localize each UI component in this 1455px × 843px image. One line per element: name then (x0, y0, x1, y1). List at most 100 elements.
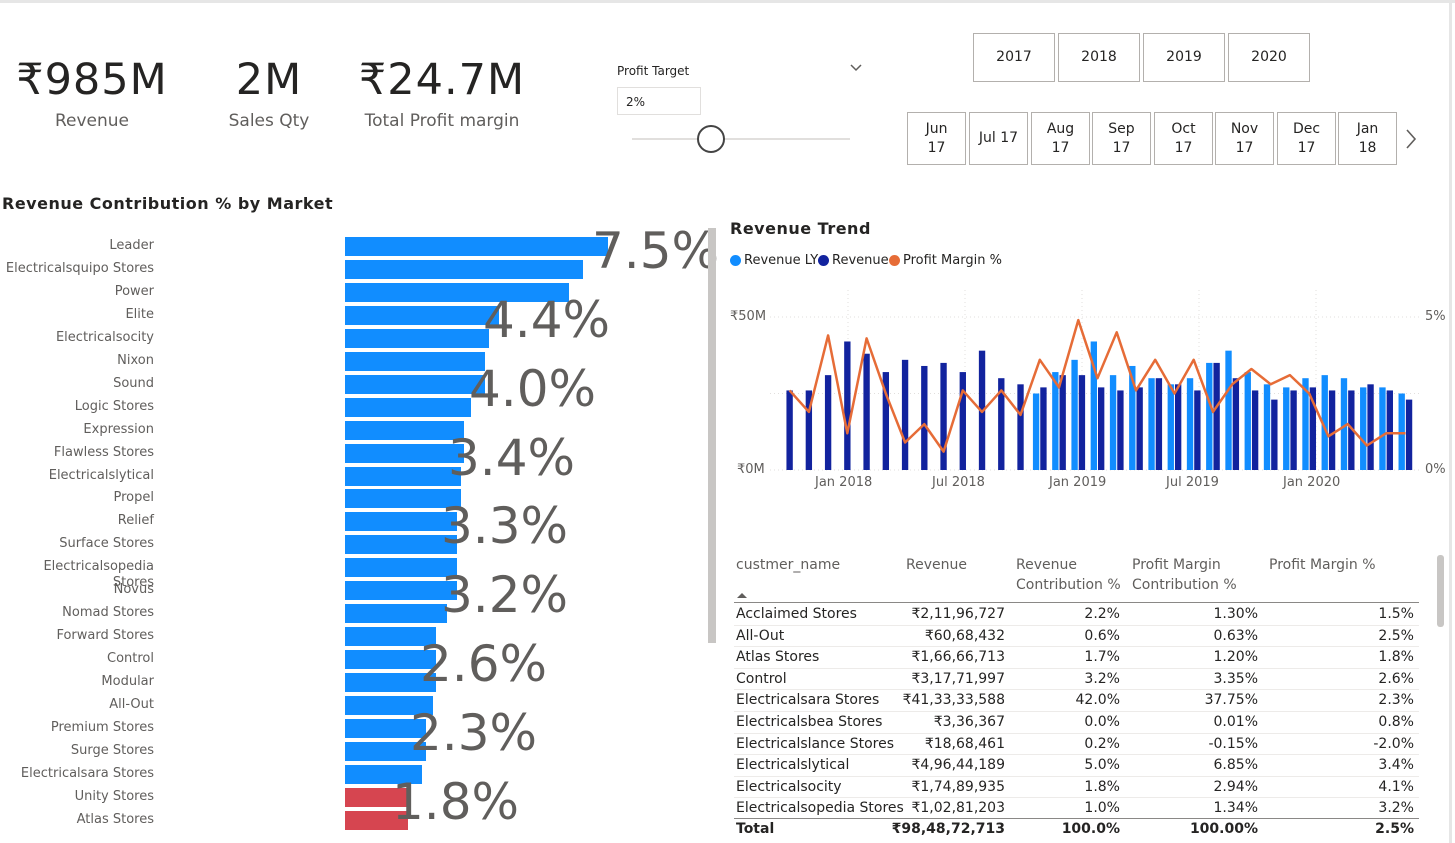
revenue-bar[interactable] (1232, 378, 1240, 470)
revenue-bar[interactable] (1405, 399, 1413, 470)
profit-target-slider-handle[interactable] (697, 125, 725, 153)
market-bar[interactable] (345, 443, 464, 463)
market-label: Atlas Stores (76, 811, 154, 827)
revenue-bar[interactable] (1098, 387, 1105, 470)
revenue-bar[interactable] (1328, 390, 1336, 470)
table-cell: 1.7% (1084, 649, 1120, 666)
market-bar[interactable] (345, 305, 499, 325)
market-bar[interactable] (345, 397, 471, 417)
revenue-ly-bar[interactable] (1071, 359, 1078, 470)
year-tile-2017[interactable]: 2017 (973, 33, 1055, 82)
revenue-bar[interactable] (1155, 378, 1163, 470)
revenue-bar[interactable] (921, 365, 928, 470)
revenue-ly-bar[interactable] (1109, 375, 1117, 470)
month-tile[interactable]: Jul 17 (969, 112, 1028, 165)
revenue-bar[interactable] (863, 353, 870, 470)
revenue-ly-bar[interactable] (1263, 384, 1271, 470)
market-bar[interactable] (345, 604, 447, 624)
revenue-ly-bar[interactable] (1206, 362, 1213, 470)
market-data-label: 3.4% (448, 428, 576, 487)
revenue-bar[interactable] (1136, 387, 1143, 470)
revenue-bar[interactable] (1059, 375, 1066, 470)
market-bar[interactable] (345, 466, 461, 486)
market-data-label: 3.3% (441, 497, 569, 556)
month-tile-line2: 17 (1112, 139, 1131, 156)
revenue-bar[interactable] (901, 359, 909, 470)
year-tile-2018[interactable]: 2018 (1058, 33, 1140, 82)
revenue-bar[interactable] (1290, 390, 1297, 470)
month-tile-line2: 17 (1235, 139, 1254, 156)
revenue-ly-bar[interactable] (1360, 387, 1367, 470)
legend-item-revenue-ly: Revenue LY (730, 253, 818, 268)
profit-target-input[interactable]: 2% (617, 87, 701, 115)
revenue-bar[interactable] (959, 372, 966, 470)
column-header-customer[interactable]: custmer_name (736, 555, 840, 575)
month-tile-line1: Jan (1356, 120, 1379, 137)
revenue-bar[interactable] (1213, 362, 1220, 470)
revenue-bar[interactable] (1194, 390, 1201, 470)
revenue-bar[interactable] (786, 390, 793, 470)
table-cell: 0.63% (1213, 627, 1258, 644)
chart-scrollbar[interactable] (708, 228, 716, 643)
month-tile[interactable]: Sep 17 (1092, 112, 1151, 165)
revenue-bar[interactable] (1040, 387, 1047, 470)
profit-target-slider-track[interactable] (632, 138, 850, 140)
revenue-bar[interactable] (1271, 399, 1278, 470)
top-border (0, 0, 1455, 3)
revenue-bar[interactable] (1017, 384, 1024, 470)
column-header-profit-margin-pct[interactable]: Profit Margin % (1269, 555, 1376, 575)
month-tile[interactable]: Dec 17 (1277, 112, 1336, 165)
legend-label: Revenue (832, 253, 889, 268)
month-tile[interactable]: Jan 18 (1338, 112, 1397, 165)
market-data-label: 4.0% (469, 359, 597, 418)
market-bar[interactable] (345, 237, 608, 256)
revenue-bar[interactable] (824, 375, 832, 470)
table-cell: 2.2% (1084, 606, 1120, 622)
market-bar[interactable] (345, 374, 485, 394)
revenue-ly-bar[interactable] (1244, 372, 1251, 470)
revenue-bar[interactable] (1117, 390, 1124, 470)
revenue-ly-bar[interactable] (1283, 387, 1290, 470)
chevron-right-icon[interactable] (1404, 127, 1418, 151)
legend-dot-icon (730, 255, 741, 266)
sort-ascending-icon[interactable] (737, 592, 747, 598)
revenue-ly-bar[interactable] (1148, 378, 1155, 470)
revenue-ly-bar[interactable] (1225, 350, 1232, 470)
revenue-ly-bar[interactable] (1379, 387, 1386, 470)
month-tile[interactable]: Oct 17 (1154, 112, 1213, 165)
table-cell: Electricalsara Stores (736, 692, 880, 709)
revenue-bar[interactable] (844, 341, 851, 470)
chevron-down-icon[interactable] (848, 60, 864, 76)
header-divider (734, 602, 1419, 603)
month-tile[interactable]: Aug 17 (1031, 112, 1090, 165)
revenue-ly-bar[interactable] (1167, 384, 1174, 470)
revenue-bar[interactable] (1251, 390, 1259, 470)
month-tile[interactable]: Jun 17 (907, 112, 966, 165)
revenue-ly-bar[interactable] (1032, 393, 1040, 471)
revenue-bar[interactable] (1367, 384, 1374, 470)
revenue-ly-bar[interactable] (1398, 393, 1405, 471)
table-cell: 37.75% (1204, 692, 1258, 709)
year-tile-2019[interactable]: 2019 (1143, 33, 1225, 82)
market-bar[interactable] (345, 328, 489, 348)
table-cell: ₹4,96,44,189 (911, 757, 1005, 774)
market-bar[interactable] (345, 351, 485, 371)
market-bar[interactable] (345, 259, 583, 279)
revenue-bar[interactable] (1386, 390, 1393, 470)
column-header-text: Contribution % (1132, 577, 1237, 593)
table-cell: ₹2,11,96,727 (911, 606, 1005, 622)
month-tile[interactable]: Nov 17 (1215, 112, 1274, 165)
market-bar[interactable] (345, 420, 464, 440)
column-header-revenue[interactable]: Revenue (906, 555, 967, 575)
year-tile-2020[interactable]: 2020 (1228, 33, 1310, 82)
table-cell: Electricalsbea Stores (736, 714, 883, 730)
table-scrollbar[interactable] (1437, 555, 1444, 627)
column-header-revenue-contribution[interactable]: Revenue Contribution % (1016, 555, 1121, 595)
revenue-bar[interactable] (1078, 375, 1086, 470)
column-header-profit-margin-contribution[interactable]: Profit Margin Contribution % (1132, 555, 1237, 595)
revenue-ly-bar[interactable] (1186, 378, 1194, 470)
y-right-label-min: 0% (1425, 462, 1446, 477)
revenue-bar[interactable] (940, 362, 947, 470)
revenue-bar[interactable] (1174, 384, 1182, 470)
page-right-border (1449, 0, 1452, 843)
